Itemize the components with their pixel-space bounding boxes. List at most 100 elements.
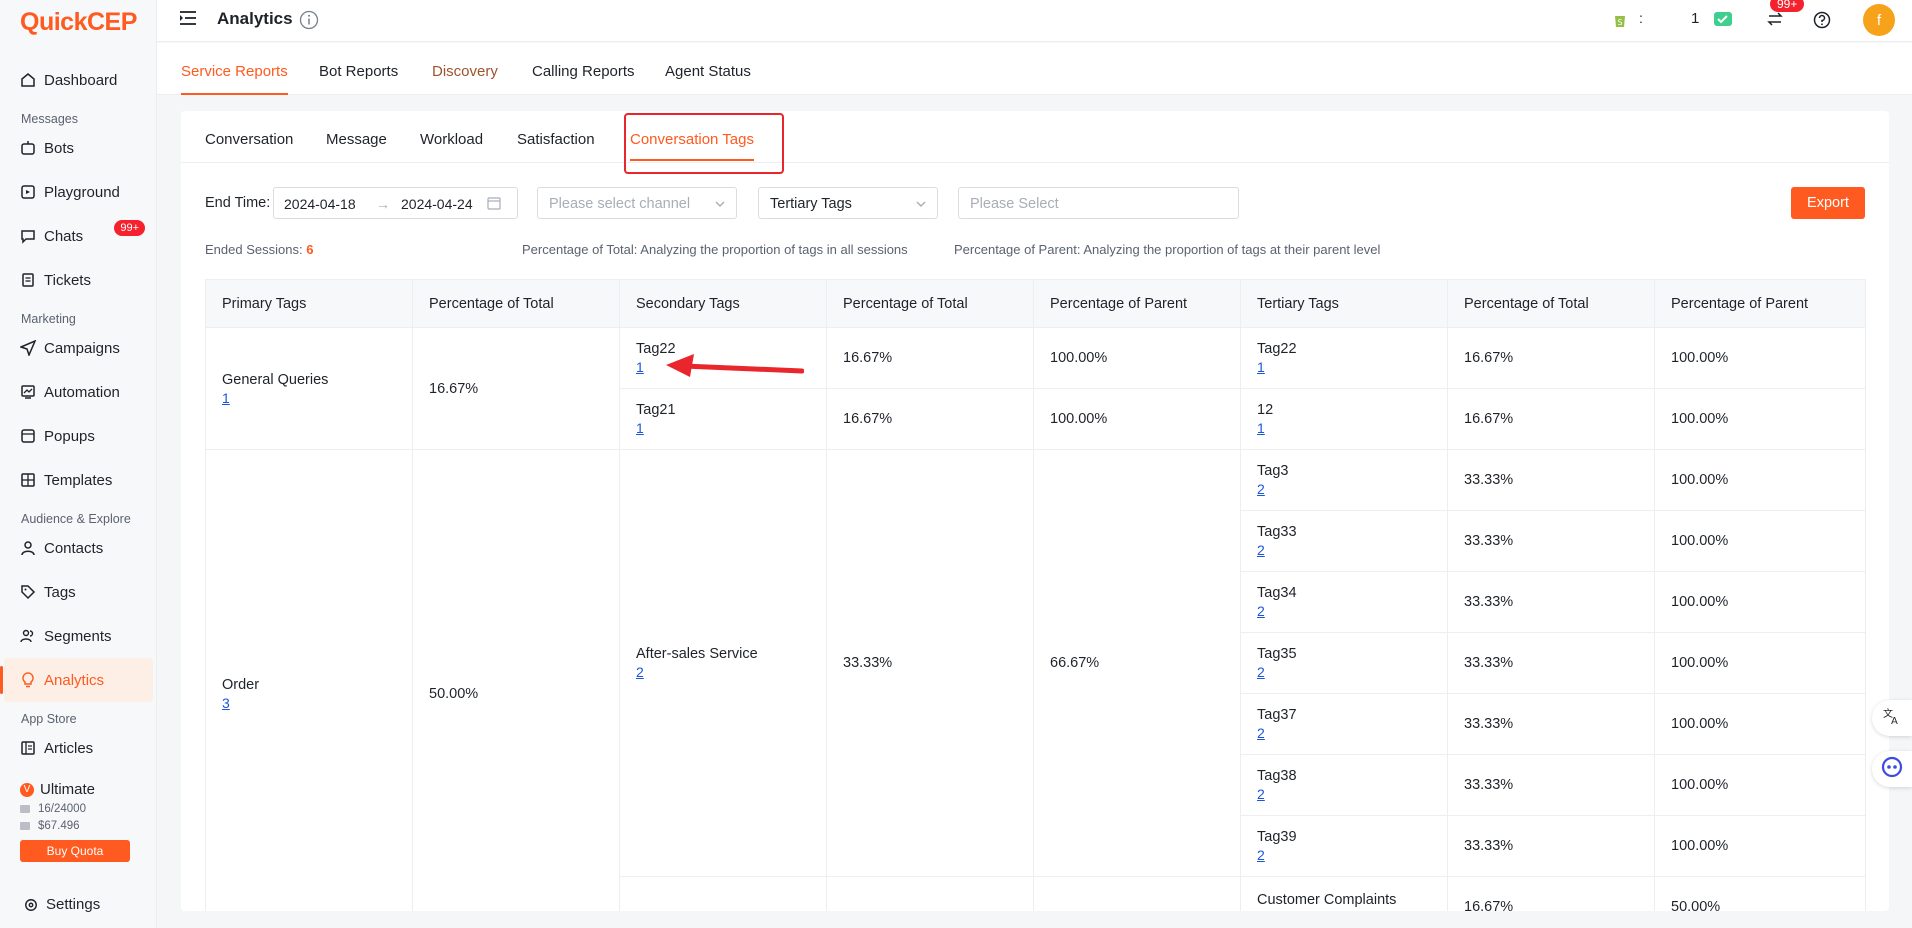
tag-count-link[interactable]: 2	[1257, 480, 1447, 498]
tag-select[interactable]: Please Select	[958, 187, 1239, 219]
sidebar-item-automation[interactable]: Automation	[0, 370, 157, 414]
tertiary-pct-parent-cell: 100.00%	[1654, 327, 1866, 389]
sidebar-item-campaigns[interactable]: Campaigns	[0, 326, 157, 370]
svg-text:A: A	[1891, 716, 1898, 726]
ended-sessions-value: 6	[306, 242, 314, 257]
plan-usage: 16/24000	[38, 803, 86, 815]
export-button[interactable]: Export	[1791, 187, 1865, 219]
header-secondary-pct-total[interactable]: Percentage of Total	[826, 279, 1034, 328]
chats-badge: 99+	[114, 220, 145, 236]
tag-level-value: Tertiary Tags	[770, 196, 852, 212]
section-messages: Messages	[21, 112, 78, 126]
end-time-label: End Time:	[205, 195, 271, 211]
tab-bot-reports[interactable]: Bot Reports	[319, 63, 398, 80]
secondary-pct-total-cell: 16.67%	[826, 327, 1034, 389]
sidebar-item-tags[interactable]: Tags	[0, 570, 157, 614]
transfer-icon[interactable]	[1767, 11, 1783, 32]
tag-icon	[20, 584, 36, 600]
robot-icon	[1881, 756, 1903, 783]
plan-name: Ultimate	[40, 781, 96, 798]
report-card: Conversation Message Workload Satisfacti…	[181, 111, 1889, 911]
tertiary-pct-total-cell: 33.33%	[1447, 693, 1655, 755]
quickcep-logo[interactable]: QuickCEP	[20, 8, 137, 37]
tag-count-link[interactable]: 2	[1257, 663, 1447, 681]
buy-quota-button[interactable]: Buy Quota	[20, 840, 130, 862]
end-date[interactable]: 2024-04-24	[401, 196, 473, 212]
sidebar-item-dashboard[interactable]: Dashboard	[0, 58, 157, 102]
tag-level-select[interactable]: Tertiary Tags	[758, 187, 938, 219]
header-tertiary-pct-parent[interactable]: Percentage of Parent	[1654, 279, 1866, 328]
tab-workload[interactable]: Workload	[420, 131, 483, 148]
tab-discovery[interactable]: Discovery	[432, 63, 498, 80]
tab-message[interactable]: Message	[326, 131, 387, 148]
tertiary-pct-parent-cell: 100.00%	[1654, 388, 1866, 450]
chevron-down-icon	[915, 198, 927, 214]
sidebar-item-tickets[interactable]: Tickets	[0, 258, 157, 302]
tag-count-link[interactable]: 2	[1257, 724, 1447, 742]
assistant-button[interactable]	[1872, 751, 1912, 787]
tag-count-link[interactable]: 2	[636, 663, 826, 681]
shopify-icon[interactable]: S	[1613, 12, 1627, 33]
secondary-pct-parent-cell: 100.00%	[1033, 327, 1241, 389]
tag-count-link[interactable]: 2	[1257, 541, 1447, 559]
tag-count-link[interactable]: 2	[1257, 846, 1447, 864]
sidebar-nav: Dashboard Messages Bots Playground Chats…	[0, 58, 157, 770]
mail-icon	[20, 805, 30, 813]
sidebar-item-contacts[interactable]: Contacts	[0, 526, 157, 570]
header-primary-pct-total[interactable]: Percentage of Total	[412, 279, 620, 328]
help-icon[interactable]	[1813, 11, 1831, 34]
tab-agent-status[interactable]: Agent Status	[665, 63, 751, 80]
date-range-picker[interactable]: 2024-04-18 → 2024-04-24	[273, 187, 518, 219]
agent-status-icon[interactable]	[1713, 9, 1735, 34]
sidebar-item-chats[interactable]: Chats 99+	[0, 214, 157, 258]
header-tertiary-tags[interactable]: Tertiary Tags	[1240, 279, 1448, 328]
sidebar-item-analytics[interactable]: Analytics	[0, 658, 153, 702]
tag-count-link[interactable]: 1	[1257, 419, 1447, 437]
start-date[interactable]: 2024-04-18	[284, 196, 356, 212]
menu-fold-icon[interactable]	[179, 10, 197, 31]
tertiary-tag-cell: Tag34 2	[1240, 571, 1448, 633]
header-secondary-tags[interactable]: Secondary Tags	[619, 279, 827, 328]
tertiary-pct-parent-cell: 100.00%	[1654, 571, 1866, 633]
header-secondary-pct-parent[interactable]: Percentage of Parent	[1033, 279, 1241, 328]
tertiary-tag-cell: Tag37 2	[1240, 693, 1448, 755]
channel-select[interactable]: Please select channel	[537, 187, 737, 219]
tertiary-pct-total-cell: 33.33%	[1447, 449, 1655, 511]
tab-conversation[interactable]: Conversation	[205, 131, 293, 148]
sidebar-item-articles[interactable]: Articles	[0, 726, 157, 770]
gear-icon	[24, 898, 38, 912]
tag-count-link[interactable]: 2	[1257, 785, 1447, 803]
secondary-tag-cell	[619, 876, 827, 911]
avatar[interactable]: f	[1863, 4, 1895, 36]
tag-count-link[interactable]: 2	[1257, 602, 1447, 620]
tag-count-link[interactable]: 3	[222, 694, 412, 712]
header-tertiary-pct-total[interactable]: Percentage of Total	[1447, 279, 1655, 328]
tag-count-link[interactable]: 1	[636, 419, 826, 437]
secondary-pct-total-cell: 16.67%	[826, 388, 1034, 450]
translate-button[interactable]: 文A	[1872, 700, 1912, 736]
sidebar-item-templates[interactable]: Templates	[0, 458, 157, 502]
tertiary-pct-total-cell: 16.67%	[1447, 327, 1655, 389]
section-audience: Audience & Explore	[21, 512, 131, 526]
store-separator: :	[1639, 10, 1643, 26]
channel-placeholder: Please select channel	[549, 196, 691, 212]
info-icon[interactable]	[299, 10, 319, 35]
sidebar-item-bots[interactable]: Bots	[0, 126, 157, 170]
sidebar-item-settings[interactable]: Settings	[24, 896, 100, 913]
tertiary-tag-cell: Tag22 1	[1240, 327, 1448, 389]
header-primary-tags[interactable]: Primary Tags	[205, 279, 413, 328]
sidebar-item-popups[interactable]: Popups	[0, 414, 157, 458]
section-app-store: App Store	[21, 712, 77, 726]
sidebar-item-segments[interactable]: Segments	[0, 614, 157, 658]
secondary-pct-parent-cell: 66.67%	[1033, 449, 1241, 877]
tag-count-link[interactable]: 1	[222, 389, 412, 407]
sidebar-item-playground[interactable]: Playground	[0, 170, 157, 214]
tertiary-tag-cell: Tag39 2	[1240, 815, 1448, 877]
tag-count-link[interactable]: 1	[1257, 358, 1447, 376]
tab-satisfaction[interactable]: Satisfaction	[517, 131, 595, 148]
sidebar: QuickCEP Dashboard Messages Bots Playgro…	[0, 0, 157, 928]
tab-service-reports[interactable]: Service Reports	[181, 63, 288, 95]
segments-icon	[20, 628, 36, 644]
template-icon	[20, 472, 36, 488]
tab-calling-reports[interactable]: Calling Reports	[532, 63, 635, 80]
